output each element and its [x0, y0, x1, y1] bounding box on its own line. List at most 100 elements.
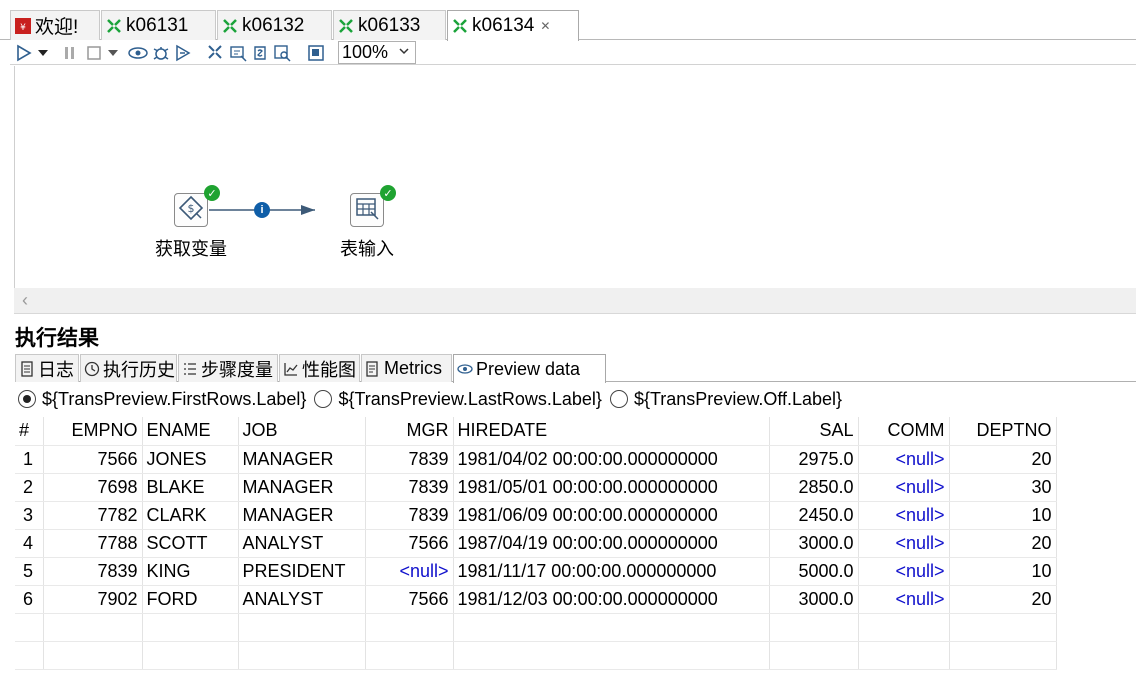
- table-cell: JONES: [142, 445, 239, 474]
- table-cell: [453, 641, 770, 670]
- column-header[interactable]: EMPNO: [43, 417, 143, 446]
- table-cell: <null>: [858, 445, 950, 474]
- table-cell: ANALYST: [238, 529, 366, 558]
- table-cell: [15, 613, 44, 642]
- success-check-icon: ✓: [380, 185, 396, 201]
- radio-first-rows[interactable]: ${TransPreview.FirstRows.Label}: [18, 389, 306, 410]
- explore-db-icon[interactable]: [272, 43, 292, 63]
- table-cell: ANALYST: [238, 585, 366, 614]
- table-cell: 4: [15, 529, 44, 558]
- editor-tab-k06132[interactable]: k06132: [217, 10, 332, 40]
- table-row[interactable]: 1 7566 JONES MANAGER 7839 1981/04/02 00:00:00…: [15, 445, 1057, 474]
- editor-tab-welcome[interactable]: ¥ 欢迎!: [10, 10, 100, 40]
- impact-icon[interactable]: [228, 43, 248, 63]
- run-icon[interactable]: [14, 43, 34, 63]
- table-cell: 3000.0: [769, 585, 859, 614]
- preview-icon[interactable]: [128, 43, 148, 63]
- tab-metrics[interactable]: Metrics: [361, 354, 452, 382]
- table-input-icon: [354, 195, 380, 226]
- table-cell: [949, 613, 1057, 642]
- table-cell: 20: [949, 529, 1057, 558]
- editor-tab-k06131[interactable]: k06131: [101, 10, 216, 40]
- radio-button[interactable]: [314, 390, 333, 408]
- radio-label: ${TransPreview.Off.Label}: [633, 388, 843, 409]
- zoom-value: 100%: [342, 42, 389, 62]
- table-cell: 2975.0: [769, 445, 859, 474]
- table-cell: [43, 641, 143, 670]
- radio-button[interactable]: [609, 390, 628, 408]
- table-cell: MANAGER: [238, 445, 366, 474]
- pause-icon[interactable]: [60, 43, 80, 63]
- scroll-left-icon[interactable]: ‹: [22, 290, 28, 311]
- step-get-variables[interactable]: $: [174, 193, 208, 227]
- get-variables-icon: $: [178, 195, 204, 226]
- editor-tab-label: k06134: [472, 15, 535, 36]
- table-cell: 2450.0: [769, 501, 859, 530]
- table-cell: 7839: [365, 473, 454, 502]
- tab-preview-data[interactable]: Preview data: [453, 354, 606, 383]
- radio-button[interactable]: [18, 390, 36, 408]
- step-table-input[interactable]: [350, 193, 384, 227]
- tab-label: 步骤度量: [201, 359, 273, 380]
- table-cell: 1987/04/19 00:00:00.000000000: [453, 529, 770, 558]
- table-cell: 2850.0: [769, 473, 859, 502]
- table-cell: 7902: [43, 585, 143, 614]
- run-options-icon[interactable]: [36, 43, 50, 63]
- verify-icon[interactable]: [206, 43, 226, 63]
- column-header[interactable]: JOB: [238, 417, 366, 446]
- tab-log[interactable]: 日志: [15, 354, 79, 382]
- debug-icon[interactable]: [151, 43, 171, 63]
- sql-icon[interactable]: [250, 43, 270, 63]
- hop-arrow[interactable]: [209, 200, 351, 220]
- tab-label: 性能图: [302, 359, 356, 380]
- radio-last-rows[interactable]: ${TransPreview.LastRows.Label}: [314, 389, 602, 410]
- column-header[interactable]: DEPTNO: [949, 417, 1057, 446]
- table-cell: MANAGER: [238, 501, 366, 530]
- column-header[interactable]: ENAME: [142, 417, 239, 446]
- chevron-down-icon: [398, 45, 410, 60]
- table-row[interactable]: 3 7782 CLARK MANAGER 7839 1981/06/09 00:00:00…: [15, 501, 1057, 530]
- preview-icon: [457, 361, 473, 377]
- column-header[interactable]: HIREDATE: [453, 417, 770, 446]
- table-cell: [769, 613, 859, 642]
- table-row[interactable]: 5 7839 KING PRESIDENT <null> 1981/11/17 00:00…: [15, 557, 1057, 586]
- tab-performance[interactable]: 性能图: [279, 354, 360, 382]
- stop-options-icon[interactable]: [106, 43, 120, 63]
- table-cell: PRESIDENT: [238, 557, 366, 586]
- editor-tab-label: k06132: [242, 14, 305, 36]
- column-header[interactable]: MGR: [365, 417, 454, 446]
- column-header[interactable]: COMM: [858, 417, 950, 446]
- table-cell: 7566: [365, 529, 454, 558]
- table-cell: [15, 641, 44, 670]
- table-cell: BLAKE: [142, 473, 239, 502]
- tab-history[interactable]: 执行历史: [80, 354, 177, 382]
- tab-step-metrics[interactable]: 步骤度量: [178, 354, 278, 382]
- replay-icon[interactable]: [173, 43, 193, 63]
- table-cell: [365, 613, 454, 642]
- table-cell: 20: [949, 585, 1057, 614]
- transformation-canvas[interactable]: $ ✓ 获取变量 i ✓ 表输入: [14, 66, 1136, 288]
- preview-data-table[interactable]: # EMPNO ENAME JOB MGR HIREDATE SAL COMM …: [15, 417, 1136, 674]
- show-results-icon[interactable]: [306, 43, 326, 63]
- zoom-select[interactable]: 100%: [338, 41, 416, 64]
- table-row[interactable]: 2 7698 BLAKE MANAGER 7839 1981/05/01 00:00:00…: [15, 473, 1057, 502]
- table-cell: [238, 641, 366, 670]
- table-cell: [949, 641, 1057, 670]
- table-cell: <null>: [858, 501, 950, 530]
- radio-off[interactable]: ${TransPreview.Off.Label}: [609, 388, 843, 410]
- close-icon[interactable]: ✕: [540, 19, 550, 33]
- editor-tab-k06134[interactable]: k06134 ✕: [447, 10, 579, 41]
- editor-tab-k06133[interactable]: k06133: [333, 10, 446, 40]
- preview-mode-radio-group: ${TransPreview.FirstRows.Label} ${TransP…: [18, 386, 850, 412]
- table-cell: [43, 613, 143, 642]
- table-cell: 3000.0: [769, 529, 859, 558]
- column-header[interactable]: #: [15, 417, 44, 446]
- table-cell: KING: [142, 557, 239, 586]
- column-header[interactable]: SAL: [769, 417, 859, 446]
- table-row[interactable]: 4 7788 SCOTT ANALYST 7566 1987/04/19 00:00:00…: [15, 529, 1057, 558]
- table-cell: [858, 613, 950, 642]
- info-icon[interactable]: i: [254, 202, 270, 218]
- canvas-horizontal-scrollbar[interactable]: ‹: [14, 288, 1136, 314]
- stop-icon[interactable]: [84, 43, 104, 63]
- table-row[interactable]: 6 7902 FORD ANALYST 7566 1981/12/03 00:00:00.…: [15, 585, 1057, 614]
